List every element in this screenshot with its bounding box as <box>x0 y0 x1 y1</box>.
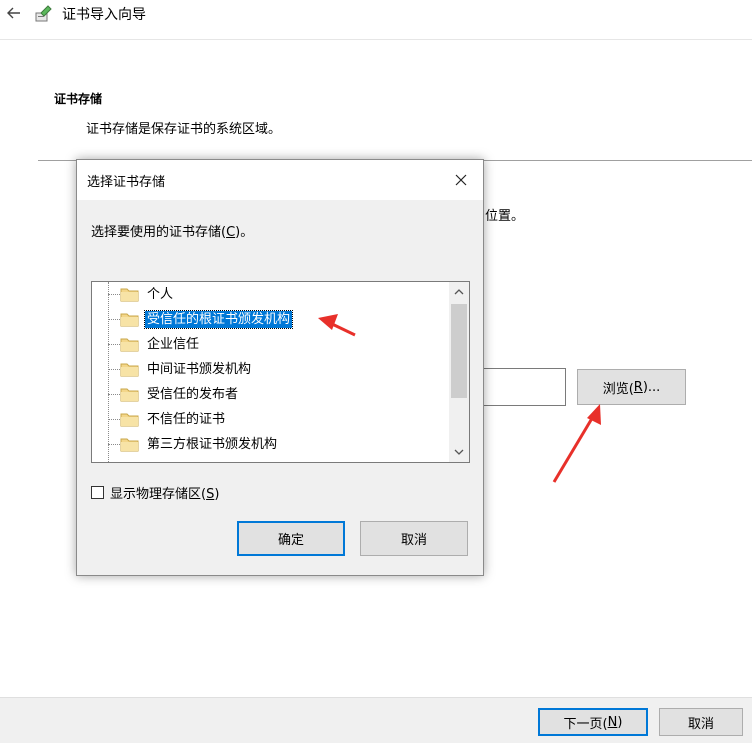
next-button[interactable]: 下一页(N) <box>538 708 648 736</box>
show-physical-label: 显示物理存储区(S) <box>110 483 219 502</box>
tree-item-label: 受信任的发布者 <box>147 387 239 402</box>
dialog-titlebar: 选择证书存储 <box>77 160 483 200</box>
folder-icon <box>120 361 139 377</box>
folder-icon <box>120 286 139 302</box>
tree-item-label: 第三方根证书颁发机构 <box>147 437 278 452</box>
folder-icon <box>120 336 139 352</box>
tree-branch-line <box>108 394 120 395</box>
scroll-up-icon[interactable] <box>449 282 469 302</box>
dialog-title: 选择证书存储 <box>87 175 166 190</box>
tree-item-label: 个人 <box>147 287 174 302</box>
store-tree[interactable]: 个人受信任的根证书颁发机构企业信任中间证书颁发机构 受信任的发布者 不信任的证书第三… <box>91 281 470 463</box>
back-arrow-icon[interactable] <box>4 3 24 23</box>
tree-item-label: 中间证书颁发机构 <box>147 362 252 377</box>
tree-item[interactable]: 中间证书颁发机构 <box>92 357 451 382</box>
certificate-store-input[interactable] <box>480 368 566 406</box>
section-title: 证书存储 <box>54 92 103 106</box>
dialog-cancel-button[interactable]: 取消 <box>360 521 468 556</box>
tree-branch-line <box>108 294 120 295</box>
show-physical-checkbox[interactable] <box>91 485 104 499</box>
prompt-suffix: )。 <box>235 225 254 240</box>
select-store-dialog: 选择证书存储 选择要使用的证书存储(C)。 个人受信任的根证书颁发机构企业信任中… <box>76 159 484 576</box>
next-accesskey: N <box>607 714 618 730</box>
browse-label: 浏览( <box>602 381 634 397</box>
show-physical-row[interactable]: 显示物理存储区(S) <box>91 483 219 502</box>
scroll-down-icon[interactable] <box>449 442 469 462</box>
tree-item[interactable]: 个人 <box>92 282 451 307</box>
next-suffix: ) <box>617 714 623 730</box>
tree-item[interactable]: 受信任的发布者 <box>92 382 451 407</box>
wizard-title: 证书导入向导 <box>62 7 146 23</box>
browse-accesskey: R <box>633 379 643 395</box>
dialog-prompt: 选择要使用的证书存储(C)。 <box>91 221 253 240</box>
folder-icon <box>120 411 139 427</box>
tree-branch-line <box>108 369 120 370</box>
background-partial-text: 位置。 <box>485 209 525 224</box>
store-tree-items: 个人受信任的根证书颁发机构企业信任中间证书颁发机构 受信任的发布者 不信任的证书第三… <box>92 282 451 462</box>
annotation-arrow-to-browse <box>552 404 601 483</box>
tree-branch-line <box>108 444 120 445</box>
prompt-accesskey: C <box>226 225 236 240</box>
folder-icon <box>120 436 139 452</box>
tree-item-label: 不信任的证书 <box>147 412 226 427</box>
show-physical-text: 显示物理存储区( <box>110 486 207 502</box>
next-label: 下一页( <box>563 716 608 732</box>
wizard-cancel-button[interactable]: 取消 <box>659 708 743 736</box>
tree-item[interactable]: 第三方根证书颁发机构 <box>92 432 451 457</box>
tree-item[interactable]: 受信任的根证书颁发机构 <box>92 307 451 332</box>
scroll-thumb[interactable] <box>451 304 467 398</box>
prompt-text: 选择要使用的证书存储( <box>91 225 227 240</box>
browse-suffix: )... <box>642 379 661 395</box>
tree-item[interactable]: 不信任的证书 <box>92 407 451 432</box>
tree-branch-line <box>108 419 120 420</box>
tree-branch-line <box>108 344 120 345</box>
tree-item[interactable]: 企业信任 <box>92 332 451 357</box>
certificate-wizard-icon <box>34 4 54 24</box>
tree-scrollbar[interactable] <box>449 282 469 462</box>
show-physical-suffix: ) <box>214 486 220 502</box>
section-description: 证书存储是保存证书的系统区域。 <box>86 122 282 137</box>
browse-button[interactable]: 浏览(R)... <box>577 369 686 405</box>
header-divider <box>0 39 752 40</box>
tree-item-label: 受信任的根证书颁发机构 <box>143 310 294 329</box>
folder-icon <box>120 386 139 402</box>
ok-button[interactable]: 确定 <box>237 521 345 556</box>
folder-icon <box>120 311 139 327</box>
tree-item-label: 企业信任 <box>147 337 200 352</box>
close-icon[interactable] <box>449 168 473 192</box>
tree-branch-line <box>108 319 120 320</box>
